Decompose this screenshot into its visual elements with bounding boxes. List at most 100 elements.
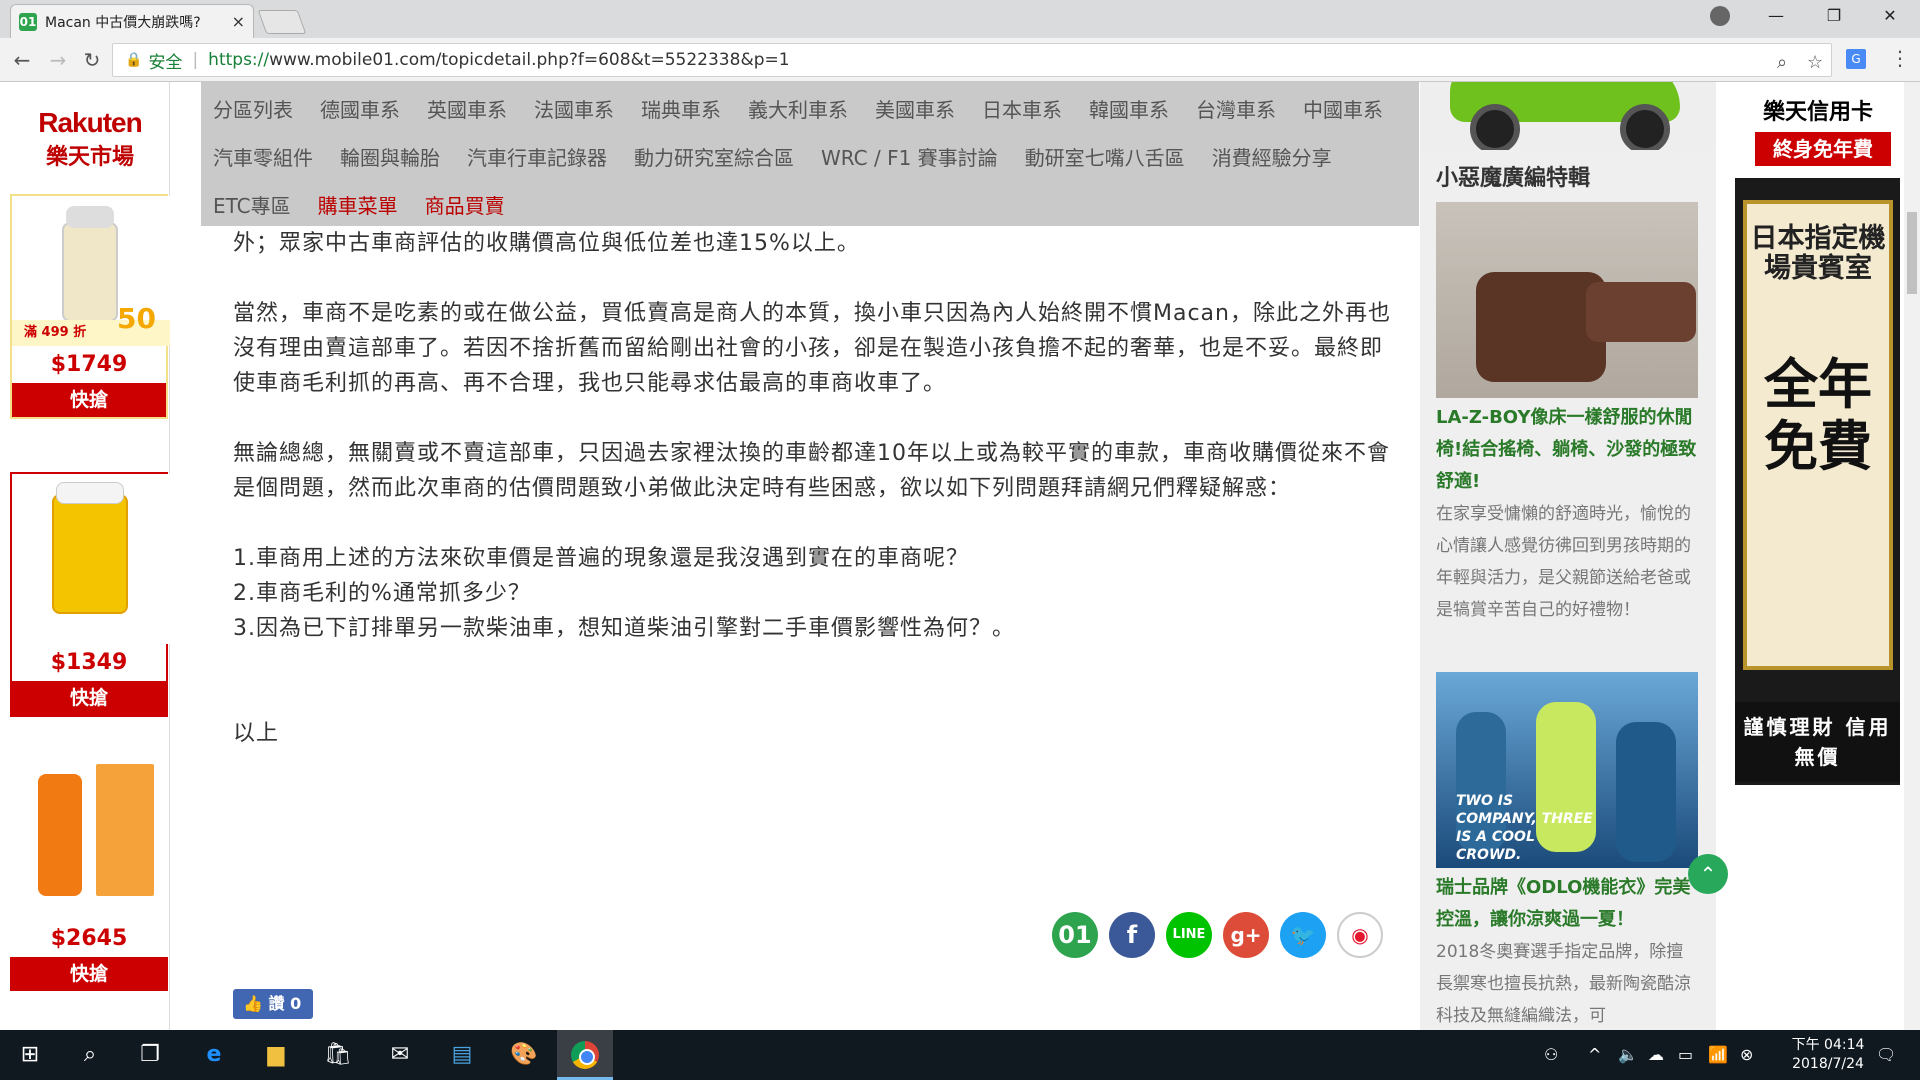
rakuten-logo[interactable]: Rakuten 樂天市場 [30, 107, 150, 171]
browser-tab[interactable]: 01 Macan 中古價大崩跌嗎? × [10, 4, 254, 38]
feature-description: 2018冬奧賽選手指定品牌，除擅長禦寒也擅長抗熱，最新陶瓷酷涼科技及無縫編織法，… [1436, 942, 1691, 1026]
network-off-icon[interactable]: ⊗ [1740, 1030, 1753, 1080]
store-icon[interactable]: 🛍 [322, 1039, 354, 1071]
odlo-runners-image[interactable]: TWO IS COMPANY, THREE IS A COOL CROWD. [1436, 672, 1698, 868]
ad-product-1[interactable]: 滿 499 折 50 $1749 快搶 [10, 194, 170, 419]
nav-category-item[interactable]: 購車菜單 [318, 190, 398, 219]
line-share-icon[interactable]: LINE [1166, 912, 1212, 958]
article-paragraph: 當然，車商不是吃素的或在做公益，買低賣高是商人的本質，換小車只因為內人始終開不慣… [233, 301, 1391, 396]
nav-category-item[interactable]: 動研室七嘴八舌區 [1025, 142, 1185, 171]
address-bar[interactable]: 🔒 安全 | https:// www.mobile01.com /topicd… [112, 43, 1832, 77]
feature-title[interactable]: LA-Z-BOY像床一樣舒服的休閒椅!結合搖椅、躺椅、沙發的極致舒適! [1436, 402, 1698, 498]
question-line: 3.因為已下訂排單另一款柴油車，想知道柴油引擎對二手車價影響性為何？。 [233, 616, 1015, 641]
ad-product-3[interactable]: $2645 快搶 [10, 750, 168, 991]
close-window-button[interactable]: ✕ [1862, 0, 1918, 32]
feature-title[interactable]: 瑞士品牌《ODLO機能衣》完美控溫，讓你涼爽過一夏！ [1436, 872, 1698, 936]
nav-category-item[interactable]: 分區列表 [213, 94, 293, 123]
mobile01-share-icon[interactable]: 01 [1052, 912, 1098, 958]
article-body: 也類似，這才讓我明白眾車商們收車手法幾乎如出一轍。不過在比較過網路上Macan … [233, 161, 1393, 786]
recliner-image[interactable] [1436, 202, 1698, 398]
thumbs-up-icon: 👍 [243, 994, 263, 1013]
chrome-icon[interactable] [571, 1041, 599, 1069]
url-path: /topicdetail.php?f=608&t=5522338&p=1 [435, 50, 790, 70]
main-column: 也類似，這才讓我明白眾車商們收車手法幾乎如出一轍。不過在比較過網路上Macan … [201, 82, 1419, 1030]
nav-category-item[interactable]: 美國車系 [875, 94, 955, 123]
nav-category-item[interactable]: WRC / F1 賽事討論 [821, 142, 998, 171]
rakuten-card-ad[interactable]: 樂天信用卡 終身免年費 日本指定機場貴賓室 全年免費 謹慎理財 信用無價 [1735, 82, 1900, 785]
product-price: $1349 [50, 650, 128, 675]
system-clock[interactable]: 下午 04:14 2018/7/24 [1790, 1036, 1866, 1074]
rakuten-side-ad[interactable]: Rakuten 樂天市場 滿 499 折 50 $1749 快搶 $1349 快… [0, 82, 170, 1030]
nav-category-item[interactable]: 動力研究室綜合區 [634, 142, 794, 171]
weibo-share-icon[interactable]: ◉ [1337, 912, 1383, 958]
nav-category-item[interactable]: 韓國車系 [1089, 94, 1169, 123]
bookmark-star-icon[interactable]: ☆ [1807, 52, 1823, 73]
category-nav: 分區列表 德國車系 英國車系 法國車系 瑞典車系 義大利車系 美國車系 日本車系 韓國車系 台灣車… [201, 82, 1419, 226]
lounge-sign: 日本指定機場貴賓室 全年免費 [1743, 200, 1893, 670]
nav-category-item[interactable]: 商品買賣 [425, 190, 505, 219]
buy-now-button[interactable]: 快搶 [12, 681, 166, 715]
nav-category-item[interactable]: 義大利車系 [748, 94, 848, 123]
volume-icon[interactable]: 🔈 [1618, 1030, 1638, 1080]
page-scrollbar[interactable] [1904, 82, 1920, 1030]
network-app-icon[interactable]: ▤ [446, 1039, 478, 1071]
question-line: 1.車商用上述的方法來砍車價是普遍的現象還是我沒遇到實在的車商呢？ [233, 546, 969, 571]
scroll-to-top-icon[interactable]: ⌃ [1688, 854, 1728, 894]
translate-extension-icon[interactable]: G [1846, 49, 1866, 69]
nav-category-item[interactable]: 瑞典車系 [641, 94, 721, 123]
paint-icon[interactable]: 🎨 [508, 1039, 540, 1071]
question-line: 2.車商毛利的%通常抓多少？ [233, 581, 531, 606]
sesamin-bottle-image [12, 474, 170, 644]
nav-category-item[interactable]: 德國車系 [320, 94, 400, 123]
web-page: Rakuten 樂天市場 滿 499 折 50 $1749 快搶 $1349 快… [0, 82, 1920, 1030]
nav-category-item[interactable]: ETC專區 [213, 190, 291, 219]
nav-category-item[interactable]: 輪圈與輪胎 [340, 142, 440, 171]
back-arrow-icon[interactable]: ← [8, 46, 36, 74]
nav-category-item[interactable]: 日本車系 [982, 94, 1062, 123]
secure-label: 安全 [148, 52, 183, 73]
edge-browser-icon[interactable]: e [198, 1039, 230, 1071]
nav-category-item[interactable]: 法國車系 [534, 94, 614, 123]
nav-category-item[interactable]: 英國車系 [427, 94, 507, 123]
file-explorer-icon[interactable]: ▆ [260, 1039, 292, 1071]
reload-icon[interactable]: ↻ [78, 46, 106, 74]
nav-category-item[interactable]: 消費經驗分享 [1212, 142, 1332, 171]
mail-icon[interactable]: ✉ [384, 1039, 416, 1071]
twitter-share-icon[interactable]: 🐦 [1280, 912, 1326, 958]
googleplus-share-icon[interactable]: g+ [1223, 912, 1269, 958]
windows-start-icon[interactable]: ⊞ [14, 1039, 46, 1071]
car-banner-image[interactable] [1420, 82, 1716, 150]
wifi-icon[interactable]: 📶 [1708, 1030, 1728, 1080]
buy-now-button[interactable]: 快搶 [10, 957, 168, 991]
chrome-menu-icon[interactable]: ⋮ [1890, 46, 1910, 70]
task-view-icon[interactable]: ❐ [134, 1039, 166, 1071]
new-tab-button[interactable] [257, 10, 307, 34]
minimize-button[interactable]: — [1748, 0, 1804, 32]
onedrive-icon[interactable]: ☁ [1648, 1030, 1664, 1080]
profile-icon[interactable] [1710, 6, 1730, 26]
url-scheme: https:// [208, 50, 270, 70]
tab-close-icon[interactable]: × [232, 12, 245, 31]
facebook-share-icon[interactable]: f [1109, 912, 1155, 958]
product-price: $2645 [50, 926, 128, 951]
zoom-icon[interactable]: ⌕ [1777, 52, 1787, 73]
search-icon[interactable]: ⌕ [74, 1039, 106, 1071]
browser-tab-bar: 01 Macan 中古價大崩跌嗎? × — ❐ ✕ [0, 0, 1920, 38]
ad-disclaimer: 謹慎理財 信用無價 [1735, 702, 1900, 782]
scrollbar-thumb[interactable] [1907, 212, 1917, 294]
like-button[interactable]: 👍 讚 0 [233, 989, 313, 1019]
nav-category-item[interactable]: 汽車零組件 [213, 142, 313, 171]
buy-now-button[interactable]: 快搶 [12, 383, 166, 417]
nav-category-item[interactable]: 中國車系 [1303, 94, 1383, 123]
tray-chevron-icon[interactable]: ^ [1588, 1030, 1601, 1080]
ad-product-2[interactable]: $1349 快搶 [10, 472, 170, 717]
action-center-icon[interactable]: 🗨 [1876, 1030, 1896, 1080]
share-buttons: 01 f LINE g+ 🐦 ◉ [1052, 912, 1383, 958]
nav-category-item[interactable]: 汽車行車記錄器 [467, 142, 607, 171]
battery-icon[interactable]: ▭ [1678, 1030, 1693, 1080]
maximize-button[interactable]: ❐ [1806, 0, 1862, 32]
mobile01-favicon-icon: 01 [19, 12, 37, 31]
forward-arrow-icon[interactable]: → [44, 46, 72, 74]
people-icon[interactable]: ⚇ [1544, 1030, 1558, 1080]
nav-category-item[interactable]: 台灣車系 [1196, 94, 1276, 123]
